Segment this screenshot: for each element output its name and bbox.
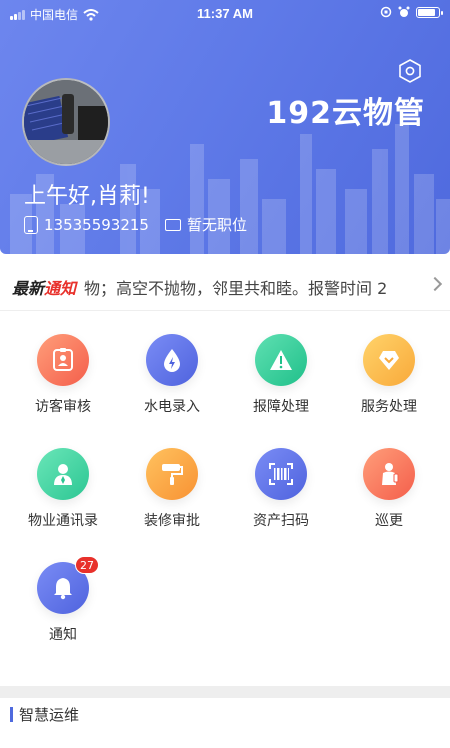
warning-icon: [255, 334, 307, 386]
unread-count-badge: 27: [75, 556, 99, 574]
battery-icon: [416, 6, 443, 18]
section-divider: [0, 686, 450, 698]
menu-item-notification[interactable]: 27 通知: [8, 556, 118, 644]
notice-tag-latest: 最新: [12, 278, 45, 298]
menu-item-patrol[interactable]: 巡更: [334, 448, 444, 530]
section-title: 智慧运维: [19, 706, 80, 724]
chevron-right-icon[interactable]: [427, 276, 443, 292]
menu-item-property-contacts[interactable]: 物业通讯录: [8, 448, 118, 530]
notice-tag-notice: 通知: [44, 278, 77, 298]
status-bar: 中国电信 11:37 AM: [0, 0, 450, 28]
user-info-row: 13535593215 暂无职位: [24, 214, 247, 235]
settings-hexagon-icon[interactable]: [397, 58, 423, 84]
water-electric-icon: [146, 334, 198, 386]
job-position: 暂无职位: [186, 216, 247, 234]
visitor-id-icon: [37, 334, 89, 386]
menu-item-visitor-review[interactable]: 访客审核: [8, 334, 118, 416]
service-heart-icon: [363, 334, 415, 386]
menu-label: 水电录入: [144, 399, 200, 415]
menu-label: 物业通讯录: [28, 513, 98, 529]
bell-icon: 27: [37, 556, 99, 614]
section-accent-bar: [10, 707, 13, 722]
contact-person-icon: [37, 448, 89, 500]
menu-item-renovation-approval[interactable]: 装修审批: [117, 448, 227, 530]
phone-icon: [24, 215, 38, 234]
menu-item-fault-handling[interactable]: 报障处理: [226, 334, 336, 416]
phone-number: 13535593215: [44, 215, 149, 234]
greeting-text: 上午好,肖莉!: [24, 184, 150, 209]
menu-label: 资产扫码: [253, 513, 309, 529]
menu-item-asset-scan[interactable]: 资产扫码: [226, 448, 336, 530]
menu-label: 巡更: [375, 513, 403, 529]
alarm-icon: [398, 6, 410, 17]
menu-label: 通知: [49, 627, 77, 643]
notice-tag: 最新通知: [12, 275, 76, 299]
app-brand-title: 192云物管: [266, 96, 425, 131]
menu-label: 服务处理: [361, 399, 417, 415]
menu-item-utility-entry[interactable]: 水电录入: [117, 334, 227, 416]
menu-label: 访客审核: [35, 399, 91, 415]
menu-label: 装修审批: [144, 513, 200, 529]
barcode-scan-icon: [255, 448, 307, 500]
patrol-guard-icon: [363, 448, 415, 500]
rotation-lock-icon: [380, 6, 392, 18]
profile-header: 中国电信 11:37 AM 192云物管 上午好,肖莉! 13535593215…: [0, 0, 450, 254]
menu-label: 报障处理: [253, 399, 309, 415]
notice-marquee-text: 物；高空不抛物，邻里共和睦。报警时间 2: [84, 278, 388, 298]
avatar[interactable]: [22, 78, 110, 166]
avatar-photo: [24, 80, 108, 164]
id-card-icon: [164, 218, 181, 231]
section-header-smart-ops: 智慧运维: [10, 704, 79, 725]
paint-roller-icon: [146, 448, 198, 500]
latest-notice-bar[interactable]: 最新通知 物；高空不抛物，邻里共和睦。报警时间 2: [0, 263, 450, 311]
menu-item-service-handling[interactable]: 服务处理: [334, 334, 444, 416]
